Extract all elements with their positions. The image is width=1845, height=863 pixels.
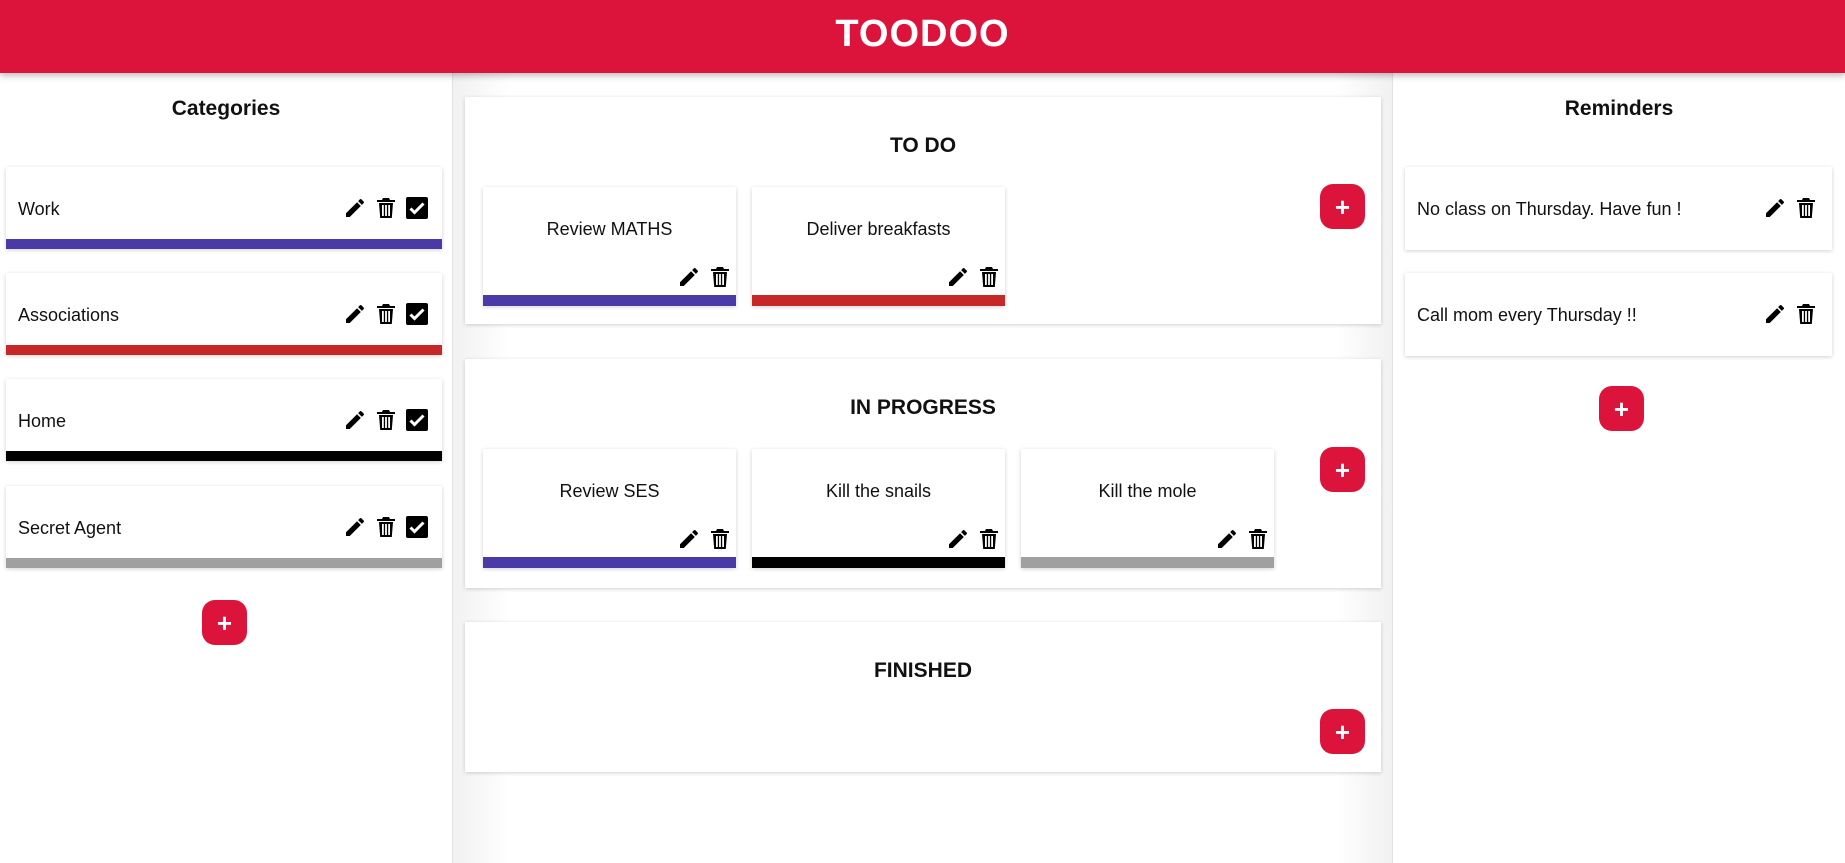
trash-icon[interactable] (977, 527, 1001, 551)
trash-icon[interactable] (977, 265, 1001, 289)
add-task-button[interactable]: + (1320, 447, 1365, 492)
reminders-title: Reminders (1564, 97, 1674, 120)
add-task-button[interactable]: + (1320, 184, 1365, 229)
categories-title: Categories (171, 97, 281, 120)
app-title: TOODOO (835, 13, 1010, 55)
categories-panel: Categories Work Associations Home Secret… (0, 73, 453, 863)
trash-icon[interactable] (374, 196, 398, 220)
reminder-text: No class on Thursday. Have fun ! (1417, 199, 1682, 219)
column-finished: FINISHED + (465, 622, 1381, 772)
task-card[interactable]: Review SES (483, 449, 736, 568)
column-title: FINISHED (873, 659, 972, 682)
category-label: Work (18, 199, 60, 219)
category-card-work[interactable]: Work (6, 167, 442, 249)
task-color-bar (752, 295, 1005, 306)
checkbox-checked-icon[interactable] (405, 302, 429, 326)
category-card-home[interactable]: Home (6, 379, 442, 461)
task-card[interactable]: Kill the snails (752, 449, 1005, 568)
pencil-icon[interactable] (946, 265, 970, 289)
pencil-icon[interactable] (946, 527, 970, 551)
category-label: Associations (18, 305, 120, 325)
trash-icon[interactable] (374, 515, 398, 539)
pencil-icon[interactable] (1763, 196, 1787, 220)
task-card[interactable]: Kill the mole (1021, 449, 1274, 568)
pencil-icon[interactable] (343, 515, 367, 539)
checkbox-checked-icon[interactable] (405, 196, 429, 220)
task-color-bar (1021, 557, 1274, 568)
task-label: Kill the mole (1098, 481, 1197, 501)
task-card[interactable]: Deliver breakfasts (752, 187, 1005, 306)
task-color-bar (752, 557, 1005, 568)
app-header: TOODOO (0, 0, 1845, 73)
category-color-bar (6, 451, 442, 461)
task-label: Review SES (559, 481, 660, 501)
task-label: Review MATHS (546, 219, 673, 239)
reminder-card[interactable]: Call mom every Thursday !! (1405, 273, 1832, 356)
pencil-icon[interactable] (343, 408, 367, 432)
category-label: Home (18, 411, 67, 431)
add-category-button[interactable]: + (202, 600, 247, 645)
trash-icon[interactable] (708, 527, 732, 551)
task-label: Deliver breakfasts (806, 219, 951, 239)
category-color-bar (6, 558, 442, 568)
trash-icon[interactable] (1794, 196, 1818, 220)
column-title: TO DO (889, 134, 957, 157)
task-card[interactable]: Review MATHS (483, 187, 736, 306)
reminder-card[interactable]: No class on Thursday. Have fun ! (1405, 167, 1832, 250)
add-reminder-button[interactable]: + (1599, 386, 1644, 431)
trash-icon[interactable] (1794, 302, 1818, 326)
trash-icon[interactable] (708, 265, 732, 289)
column-in-progress: IN PROGRESS Review SES Kill the snails K… (465, 359, 1381, 588)
task-color-bar (483, 557, 736, 568)
category-card-associations[interactable]: Associations (6, 273, 442, 355)
pencil-icon[interactable] (677, 265, 701, 289)
trash-icon[interactable] (374, 302, 398, 326)
column-todo: TO DO Review MATHS Deliver breakfasts + (465, 97, 1381, 324)
checkbox-checked-icon[interactable] (405, 408, 429, 432)
reminder-text: Call mom every Thursday !! (1417, 305, 1637, 325)
category-card-secret-agent[interactable]: Secret Agent (6, 486, 442, 568)
add-task-button[interactable]: + (1320, 709, 1365, 754)
category-color-bar (6, 239, 442, 249)
checkbox-checked-icon[interactable] (405, 515, 429, 539)
column-title: IN PROGRESS (850, 396, 996, 419)
pencil-icon[interactable] (1215, 527, 1239, 551)
pencil-icon[interactable] (343, 196, 367, 220)
reminders-panel: Reminders No class on Thursday. Have fun… (1392, 73, 1845, 863)
task-board: TO DO Review MATHS Deliver breakfasts + … (453, 73, 1392, 863)
pencil-icon[interactable] (343, 302, 367, 326)
category-color-bar (6, 345, 442, 355)
trash-icon[interactable] (1246, 527, 1270, 551)
pencil-icon[interactable] (1763, 302, 1787, 326)
trash-icon[interactable] (374, 408, 398, 432)
task-label: Kill the snails (825, 481, 932, 501)
category-label: Secret Agent (18, 518, 122, 538)
task-color-bar (483, 295, 736, 306)
pencil-icon[interactable] (677, 527, 701, 551)
